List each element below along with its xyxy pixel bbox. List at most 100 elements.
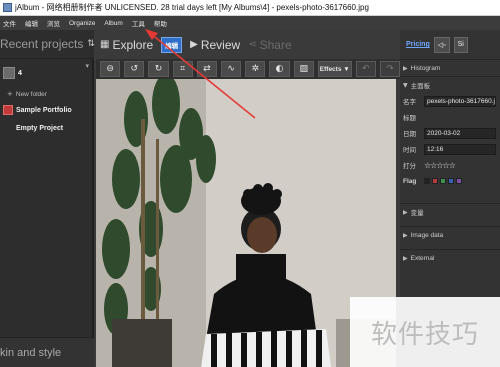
sign-in-button[interactable]: Si	[453, 36, 468, 53]
flag-swatches	[424, 178, 462, 184]
watermark: 软件技巧	[350, 297, 500, 367]
recent-projects-title: Recent projects	[0, 37, 84, 51]
gear-icon: ✲	[251, 64, 260, 74]
window-title: jAlbum - 网络相册制作者 UNLICENSED. 28 trial da…	[15, 3, 369, 12]
share-icon: ⋖	[248, 39, 257, 50]
tab-edit[interactable]: 编辑	[161, 36, 183, 53]
rating-row: 打分 ☆☆☆☆☆	[400, 157, 500, 173]
sort-icon[interactable]: ⇅	[87, 39, 95, 49]
field-label: 日期	[403, 131, 416, 138]
flag-swatch[interactable]	[424, 178, 430, 184]
field-time-row: 时间 12:16	[400, 141, 500, 157]
image-data-label: Image data	[410, 231, 444, 239]
undo-icon: ↶	[362, 64, 370, 74]
rotate-right-icon: ↻	[154, 64, 163, 74]
menu-file[interactable]: 文件	[3, 18, 16, 28]
external-section[interactable]: ▶ External	[400, 249, 500, 266]
menu-help[interactable]: 帮助	[154, 18, 167, 28]
tab-share[interactable]: ⋖ Share	[248, 38, 291, 52]
expand-arrow-icon: ▶	[403, 208, 408, 216]
histogram-section[interactable]: ▶ Histogram	[400, 59, 500, 76]
crop-icon: ⌗	[180, 64, 186, 74]
adjust-button[interactable]: ✲	[245, 61, 266, 77]
menu-edit[interactable]: 编辑	[25, 18, 38, 28]
blank-project-icon	[3, 123, 13, 133]
contrast-icon: ◐	[275, 64, 284, 74]
edit-toolbar: ⊖ ↺ ↻ ⌗ ⇄ ∿ ✲ ◐ ▨ Effects ▼ ↶ ↷	[96, 59, 401, 79]
contrast-button[interactable]: ◐	[269, 61, 290, 77]
image-data-section[interactable]: ▶ Image data	[400, 226, 500, 243]
flip-icon: ⇄	[203, 64, 211, 74]
expand-arrow-icon: ▶	[403, 231, 408, 239]
pricing-link[interactable]: Pricing	[406, 41, 430, 48]
image-icon: ▨	[299, 64, 308, 74]
rating-stars[interactable]: ☆☆☆☆☆	[424, 161, 456, 170]
field-label: 标题	[403, 115, 416, 122]
flag-swatch[interactable]	[440, 178, 446, 184]
expand-arrow-icon: ▶	[403, 64, 408, 72]
left-scrollbar[interactable]	[92, 59, 94, 359]
expand-arrow-icon: ▶	[403, 254, 408, 262]
variables-label: 变量	[410, 210, 424, 217]
field-name-row: 名字 pexels-photo-3617660.jpg	[400, 93, 500, 109]
rotate-right-button[interactable]: ↻	[148, 61, 169, 77]
menu-organize[interactable]: Organize	[69, 20, 95, 27]
flip-button[interactable]: ⇄	[196, 61, 218, 77]
announce-button[interactable]: ◁▫	[433, 36, 450, 53]
menu-bar: 文件 编辑 浏览 Organize Album 工具 帮助	[0, 16, 500, 30]
enhance-button[interactable]: ▨	[293, 61, 314, 77]
chevron-down-icon[interactable]: ▾	[85, 62, 89, 70]
remove-button[interactable]: ⊖	[100, 61, 121, 77]
play-icon: ▶	[190, 39, 198, 50]
straighten-button[interactable]: ∿	[221, 61, 242, 77]
flag-swatch[interactable]	[432, 178, 438, 184]
app-window: jAlbum - 网络相册制作者 UNLICENSED. 28 trial da…	[0, 0, 500, 367]
variables-section[interactable]: ▶ 变量	[400, 203, 500, 220]
undo-button[interactable]: ↶	[355, 61, 376, 77]
menu-tools[interactable]: 工具	[132, 18, 145, 28]
skin-and-style-label: kin and style	[0, 346, 62, 359]
grid-icon: ▦	[100, 39, 110, 50]
project-item-label: Sample Portfolio	[16, 106, 72, 114]
project-item-sample-portfolio[interactable]: Sample Portfolio	[0, 101, 94, 119]
skin-and-style-header[interactable]: kin and style	[0, 337, 94, 367]
main-panel-section[interactable]: ▼ 主面板	[400, 76, 500, 93]
field-label: 时间	[403, 147, 416, 154]
minus-circle-icon: ⊖	[106, 64, 114, 74]
left-panel: Recent projects ⇅ 4 ▾ + New folder Sampl…	[0, 30, 95, 367]
tab-share-label: Share	[259, 37, 292, 52]
menu-album[interactable]: Album	[104, 20, 122, 27]
menu-browse[interactable]: 浏览	[47, 18, 60, 28]
field-date-input[interactable]: 2020-03-02	[424, 127, 496, 139]
project-item-label: Empty Project	[16, 124, 64, 132]
title-bar: jAlbum - 网络相册制作者 UNLICENSED. 28 trial da…	[0, 0, 500, 16]
tab-explore-label: Explore	[112, 37, 154, 52]
field-label: 名字	[403, 99, 416, 106]
effects-dropdown[interactable]: Effects ▼	[317, 61, 352, 77]
crop-button[interactable]: ⌗	[172, 61, 193, 77]
collapse-arrow-icon: ▼	[403, 81, 408, 89]
flag-swatch[interactable]	[448, 178, 454, 184]
field-time-input[interactable]: 12:16	[424, 143, 496, 155]
project-thumbnail	[3, 67, 15, 79]
tab-explore[interactable]: ▦ Explore	[100, 38, 153, 52]
redo-button[interactable]: ↷	[379, 61, 401, 77]
project-item-empty[interactable]: Empty Project	[0, 119, 94, 137]
rotate-left-button[interactable]: ↺	[124, 61, 145, 77]
watermark-text: 软件技巧	[370, 319, 479, 350]
app-icon	[3, 3, 12, 12]
new-folder-button[interactable]: + New folder	[0, 87, 94, 101]
field-title-input[interactable]	[424, 111, 496, 123]
plus-icon: +	[7, 90, 13, 98]
external-label: External	[410, 254, 435, 262]
tab-review[interactable]: ▶ Review	[190, 38, 240, 52]
flag-swatch[interactable]	[456, 178, 462, 184]
field-name-input[interactable]: pexels-photo-3617660.jpg	[424, 95, 496, 107]
project-name: 4	[18, 69, 22, 77]
side-button-label: Si	[457, 41, 464, 48]
field-title-row: 标题	[400, 109, 500, 125]
wave-icon: ∿	[227, 64, 235, 74]
megaphone-icon: ◁▫	[437, 41, 446, 49]
project-item-current[interactable]: 4 ▾	[0, 59, 94, 87]
rating-label: 打分	[403, 163, 416, 170]
